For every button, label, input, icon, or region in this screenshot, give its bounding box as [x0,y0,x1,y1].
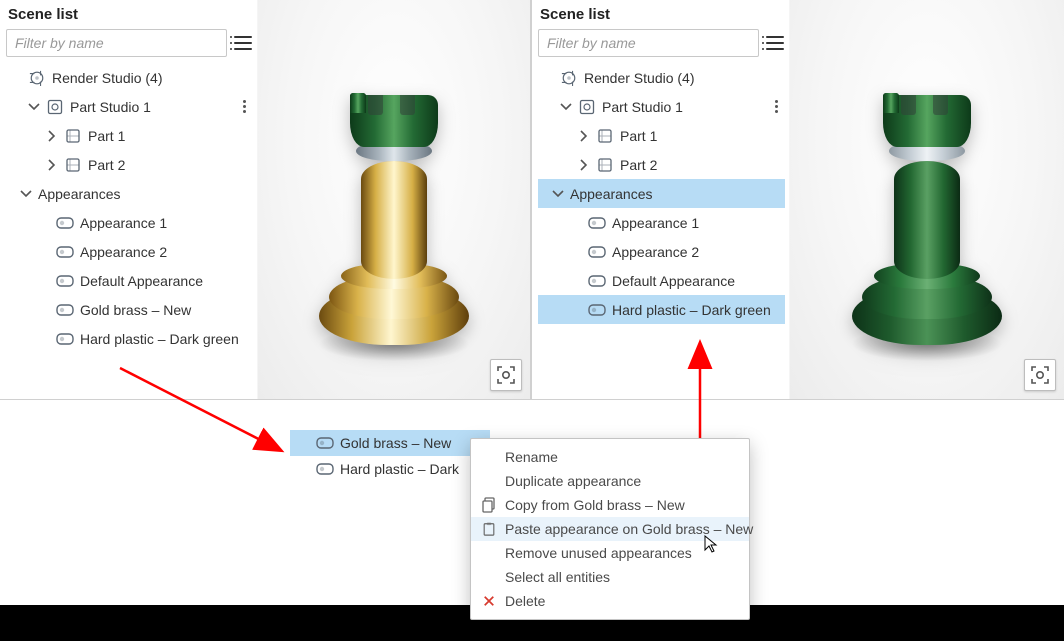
copy-icon [482,497,496,513]
close-icon [483,595,495,607]
menu-select-all[interactable]: Select all entities [471,565,749,589]
menu-duplicate[interactable]: Duplicate appearance [471,469,749,493]
menu-delete[interactable]: Delete [471,589,749,613]
paste-icon [482,521,496,537]
appearance-context-menu: Rename Duplicate appearance Copy from Go… [470,438,750,620]
menu-copy[interactable]: Copy from Gold brass – New [471,493,749,517]
menu-rename[interactable]: Rename [471,445,749,469]
mouse-cursor-icon [703,535,721,553]
